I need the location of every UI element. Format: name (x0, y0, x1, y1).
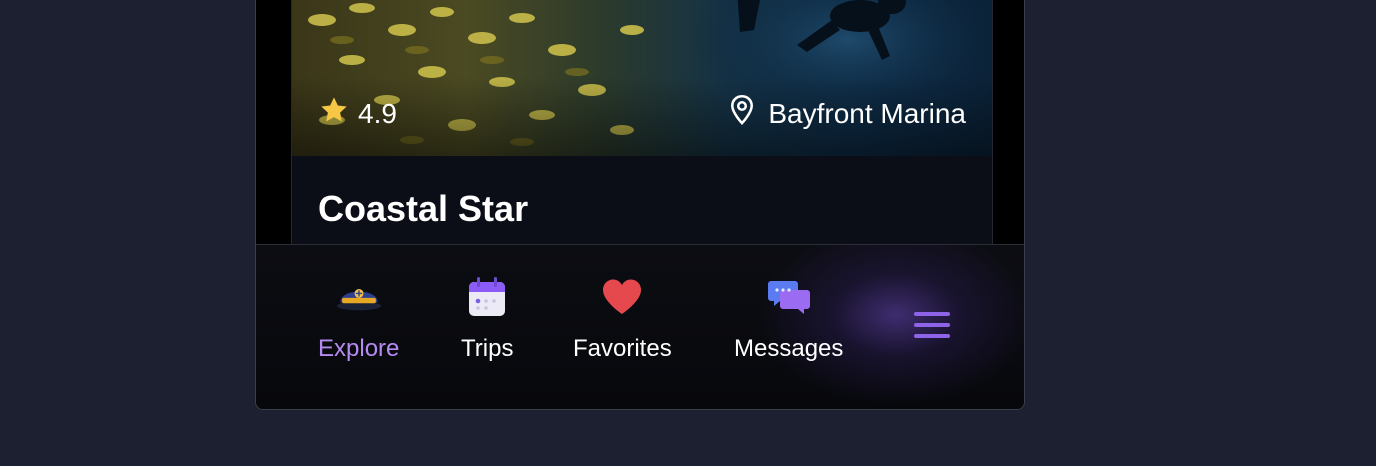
captain-hat-icon (335, 273, 383, 321)
nav-messages[interactable]: Messages (734, 273, 843, 363)
map-pin-icon (728, 94, 756, 133)
listing-card[interactable]: 4.9 Bayfront Marina Coastal Star (291, 0, 993, 260)
nav-explore[interactable]: Explore (318, 273, 399, 363)
calendar-icon (463, 273, 511, 321)
app-window: 4.9 Bayfront Marina Coastal Star Explore… (255, 0, 1025, 410)
rating-value: 4.9 (358, 97, 397, 129)
rating: 4.9 (318, 94, 397, 133)
listing-title: Coastal Star (318, 188, 529, 229)
nav-label-explore: Explore (318, 335, 400, 362)
listing-photo: 4.9 Bayfront Marina (292, 0, 992, 156)
location: Bayfront Marina (728, 94, 966, 133)
nav-label-messages: Messages (734, 335, 844, 362)
hamburger-menu-icon[interactable] (912, 309, 954, 341)
bottom-navigation: Explore Trips Favorites Messages (256, 244, 1024, 409)
nav-favorites[interactable]: Favorites (573, 273, 672, 363)
nav-label-favorites: Favorites (573, 335, 672, 362)
star-icon (318, 94, 350, 133)
nav-label-trips: Trips (461, 335, 514, 362)
location-name: Bayfront Marina (768, 97, 966, 129)
chat-bubbles-icon (765, 273, 813, 321)
nav-trips[interactable]: Trips (461, 273, 513, 363)
heart-icon (598, 273, 646, 321)
